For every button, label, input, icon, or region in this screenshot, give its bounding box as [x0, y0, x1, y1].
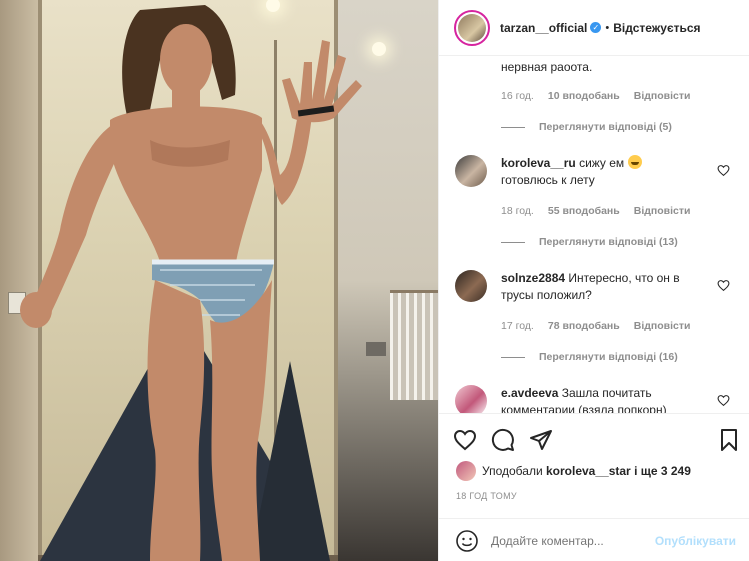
post-comment-button[interactable]: Опублікувати — [655, 534, 736, 548]
bookmark-icon[interactable] — [717, 428, 741, 452]
post-timestamp[interactable]: 18 ГОД ТОМУ — [456, 491, 517, 501]
view-replies-button[interactable]: Переглянути відповіді (13) — [501, 236, 678, 248]
comments-list[interactable]: нервная раoота. 16 год. 10 вподобань Від… — [439, 57, 749, 413]
comment-likes[interactable]: 55 вподобань — [548, 205, 620, 217]
comment-like-heart-icon[interactable] — [717, 279, 730, 292]
post-actions: Уподобали koroleva__star і ще 3 249 18 Г… — [439, 413, 749, 561]
likes-count[interactable]: і ще 3 249 — [634, 464, 691, 478]
comment-like-heart-icon[interactable] — [717, 164, 730, 177]
comment-text: e.avdeeva Зашла почитать комментарии (вз… — [501, 386, 667, 413]
heart-icon[interactable] — [453, 428, 477, 452]
commenter-avatar[interactable] — [455, 155, 487, 187]
comment-text: solnze2884 Интересно, что он в трусы пол… — [501, 271, 680, 302]
comment-meta: 18 год. 55 вподобань Відповісти — [501, 205, 690, 217]
comment-text: нервная раoота. — [501, 60, 593, 74]
comment-text: koroleva__ru сижу ем готовлюсь к лету — [501, 155, 715, 189]
comment-likes[interactable]: 78 вподобань — [548, 320, 620, 332]
comment-meta: 17 год. 78 вподобань Відповісти — [501, 320, 690, 332]
comment-username[interactable]: koroleva__ru — [501, 156, 576, 170]
comment-username[interactable]: solnze2884 — [501, 271, 565, 285]
comment-likes[interactable]: 10 вподобань — [548, 90, 620, 102]
commenter-avatar[interactable] — [455, 385, 487, 413]
following-button[interactable]: Відстежується — [613, 21, 700, 35]
post-photo[interactable] — [0, 0, 438, 561]
verified-badge-icon: ✓ — [590, 22, 602, 33]
header-separator: • — [605, 21, 610, 34]
comment-reply-button[interactable]: Відповісти — [634, 320, 691, 332]
author-avatar[interactable] — [454, 9, 490, 46]
author-username[interactable]: tarzan__official — [500, 21, 587, 35]
comment-composer: Опублікувати — [439, 518, 749, 561]
likes-prefix: Уподобали — [482, 464, 543, 478]
comment-time: 18 год. — [501, 205, 534, 217]
liker-avatar[interactable] — [456, 461, 476, 481]
comment-icon[interactable] — [491, 428, 515, 452]
share-icon[interactable] — [529, 428, 553, 452]
comment-reply-button[interactable]: Відповісти — [634, 90, 691, 102]
comment-meta: 16 год. 10 вподобань Відповісти — [501, 90, 690, 102]
grin-emoji-icon — [627, 155, 642, 169]
comment-time: 17 год. — [501, 320, 534, 332]
post-sidebar: tarzan__official ✓ • Відстежується нервн… — [438, 0, 749, 561]
comment-time: 16 год. — [501, 90, 534, 102]
photo-person — [20, 5, 362, 561]
view-replies-button[interactable]: Переглянути відповіді (5) — [501, 121, 672, 133]
likes-summary: Уподобали koroleva__star і ще 3 249 — [456, 461, 691, 481]
comment-like-heart-icon[interactable] — [717, 394, 730, 407]
emoji-icon[interactable] — [455, 529, 479, 553]
liker-username[interactable]: koroleva__star — [546, 464, 631, 478]
comment-reply-button[interactable]: Відповісти — [634, 205, 691, 217]
post-header: tarzan__official ✓ • Відстежується — [439, 0, 749, 56]
action-icons — [453, 428, 743, 454]
view-replies-button[interactable]: Переглянути відповіді (16) — [501, 351, 678, 363]
comment-input[interactable] — [491, 533, 641, 548]
comment-username[interactable]: e.avdeeva — [501, 386, 558, 400]
commenter-avatar[interactable] — [455, 270, 487, 302]
